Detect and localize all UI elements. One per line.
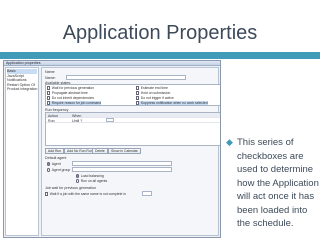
add-no-run-button[interactable]: Add No Run Run xyxy=(64,148,96,154)
title-divider xyxy=(0,52,320,59)
checkbox-icon xyxy=(47,91,51,95)
name-field-label: Name: xyxy=(45,76,56,80)
checkbox-icon xyxy=(136,96,140,100)
radio-icon xyxy=(47,168,51,172)
table-row[interactable]: Run Until ? xyxy=(46,118,220,123)
option-no-trigger[interactable]: Do not trigger if active xyxy=(136,96,174,100)
checkbox-icon xyxy=(136,101,140,105)
calendar-picker-icon[interactable] xyxy=(106,118,114,122)
default-agent-label: Default agent xyxy=(45,156,67,160)
option-estimate-end[interactable]: Estimate end time xyxy=(136,86,168,90)
radio-icon xyxy=(76,174,80,178)
option-wait-previous[interactable]: Wait for previous generation xyxy=(47,86,94,90)
option-require-reason[interactable]: Require reason for job command xyxy=(47,101,102,105)
option-suppress-notification[interactable]: Suppress notification when no work selec… xyxy=(136,101,208,105)
grid-cell-when: Until ? xyxy=(72,118,83,123)
agent-radio[interactable]: Agent xyxy=(47,162,61,166)
option-hold-submission[interactable]: Hold on submission xyxy=(136,91,170,95)
run-on-all-agents-radio[interactable]: Run on all agents xyxy=(76,179,107,183)
agent-group-radio[interactable]: Agent group xyxy=(47,168,70,172)
wait-checkbox[interactable]: Wait if a job with the same name is not … xyxy=(45,192,126,196)
show-in-calendar-button[interactable]: Show in Calendar xyxy=(108,148,141,154)
agent-group-select[interactable] xyxy=(72,167,172,172)
section-name-label: Name xyxy=(45,70,55,74)
delete-button[interactable]: Delete xyxy=(92,148,108,154)
checkbox-icon xyxy=(136,91,140,95)
grid-header-action: Action xyxy=(48,113,58,118)
application-properties-window: Application properties Basic JavaScript … xyxy=(3,60,221,238)
name-input[interactable] xyxy=(66,75,186,80)
checkbox-icon xyxy=(45,192,49,196)
checkbox-icon xyxy=(136,86,140,90)
grid-header-when: When xyxy=(72,113,82,118)
options-box: Wait for previous generation Estimate en… xyxy=(45,84,220,106)
bullet-icon: ◆ xyxy=(226,137,233,147)
checkbox-icon xyxy=(47,96,51,100)
properties-panel: Name Name: Available states: Wait for pr… xyxy=(41,67,220,236)
radio-icon xyxy=(47,162,51,166)
wait-minutes-input[interactable] xyxy=(142,191,152,196)
window-body: Basic JavaScript Notifications Restart O… xyxy=(4,66,220,237)
radio-icon xyxy=(76,179,80,183)
run-frequency-grid: Action When Run Until ? xyxy=(45,112,220,146)
checkbox-icon xyxy=(47,101,51,105)
add-run-button[interactable]: Add Run xyxy=(45,148,65,154)
option-no-inherit[interactable]: Do not inherit dependencies xyxy=(47,96,94,100)
agent-select[interactable] xyxy=(72,161,172,166)
checkbox-icon xyxy=(47,86,51,90)
slide-title: Application Properties xyxy=(62,22,258,44)
nav-item-product-integration[interactable]: Product Integration xyxy=(7,87,37,92)
bullet-text: This series of checkboxes are used to de… xyxy=(237,137,319,229)
wait-section-label: Job wait for previous generation xyxy=(45,186,96,190)
properties-nav: Basic JavaScript Notifications Restart O… xyxy=(5,67,39,236)
load-balancing-radio[interactable]: Load balancing xyxy=(76,174,104,178)
grid-cell-action: Run xyxy=(48,118,55,123)
option-propagate-time[interactable]: Propagate abstract time xyxy=(47,91,88,95)
